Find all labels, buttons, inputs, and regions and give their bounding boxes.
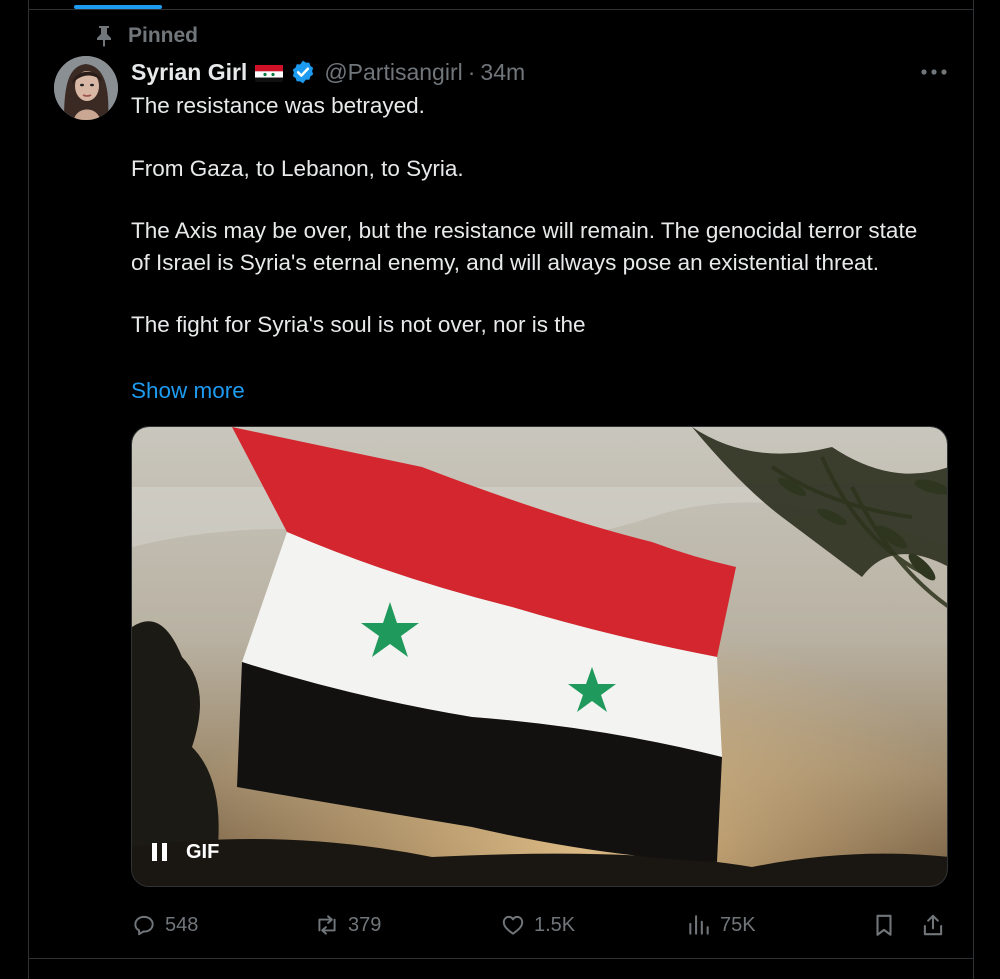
author-name[interactable]: Syrian Girl (131, 59, 247, 86)
pinned-indicator: Pinned (94, 24, 198, 48)
repost-button[interactable]: 379 (314, 905, 381, 945)
pause-icon[interactable] (152, 843, 168, 861)
divider (28, 958, 974, 959)
tweet-text: The resistance was betrayed. From Gaza, … (131, 90, 941, 341)
reply-button[interactable]: 548 (131, 905, 198, 945)
bookmark-button[interactable] (871, 905, 897, 945)
bookmark-icon (876, 914, 892, 936)
share-button[interactable] (920, 905, 946, 945)
tweet-actions: 548 379 1.5K 75K (131, 905, 951, 945)
gif-media[interactable] (131, 426, 948, 887)
more-icon[interactable] (918, 62, 950, 82)
tweet-paragraph: From Gaza, to Lebanon, to Syria. (131, 155, 464, 181)
repost-icon (318, 915, 336, 935)
tweet-paragraph: The Axis may be over, but the resistance… (131, 218, 918, 275)
pinned-label: Pinned (128, 24, 199, 47)
syrian-flag-image (132, 427, 947, 886)
like-button[interactable]: 1.5K (500, 905, 575, 945)
tweet-header: Syrian Girl @Partisangirl · 34m (131, 56, 525, 88)
like-icon (502, 915, 524, 935)
verified-badge-icon[interactable] (290, 59, 316, 85)
views-button[interactable]: 75K (686, 905, 756, 945)
share-icon (923, 914, 943, 936)
separator: · (467, 58, 476, 85)
reply-count: 548 (165, 913, 199, 936)
like-count: 1.5K (534, 913, 576, 936)
gif-label: GIF (186, 840, 220, 863)
view-count: 75K (720, 913, 756, 936)
views-icon (689, 915, 709, 935)
timestamp[interactable]: 34m (480, 59, 525, 86)
repost-count: 379 (348, 913, 382, 936)
author-handle[interactable]: @Partisangirl (324, 59, 462, 86)
pin-icon (97, 26, 111, 47)
show-more-link[interactable]: Show more (131, 375, 245, 406)
tweet-paragraph: The resistance was betrayed. (131, 93, 425, 118)
reply-icon (134, 915, 154, 936)
divider (28, 9, 974, 10)
tweet-paragraph: The fight for Syria's soul is not over, … (131, 312, 586, 337)
gif-controls[interactable]: GIF (152, 836, 219, 868)
syrian-flag-emoji (255, 63, 284, 82)
avatar[interactable] (54, 56, 118, 120)
